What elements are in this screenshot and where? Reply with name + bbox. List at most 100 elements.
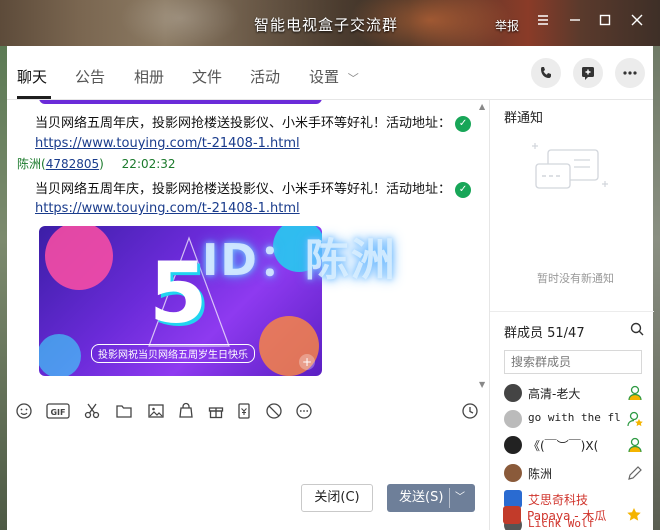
send-label: 发送(S): [399, 490, 444, 505]
emoji-icon: [16, 403, 32, 419]
screenshot-button[interactable]: [81, 400, 103, 422]
admin-star-icon: [627, 411, 643, 427]
message-input[interactable]: [7, 428, 489, 478]
more-dots-icon: [623, 71, 637, 75]
member-item[interactable]: 《(￣︶￣)X(: [504, 434, 649, 456]
message-text: 当贝网络五周年庆，投影网抢楼送投影仪、小米手环等好礼！活动地址： ✓: [35, 112, 472, 132]
verified-icon: ✓: [455, 181, 472, 198]
search-icon[interactable]: [630, 322, 644, 339]
member-name: 陈洲: [528, 467, 553, 481]
clock-icon: [462, 403, 478, 419]
window-title: 智能电视盒子交流群: [254, 16, 399, 34]
admin-user-icon: [628, 385, 642, 401]
gif-icon: GIF: [46, 403, 70, 419]
minimize-icon[interactable]: [564, 12, 586, 34]
tab-files[interactable]: 文件: [192, 66, 222, 87]
input-toolbar: GIF: [7, 396, 489, 426]
lucky-money-button[interactable]: [233, 400, 255, 422]
tab-activities[interactable]: 活动: [250, 66, 280, 87]
gift-icon: [208, 407, 224, 419]
red-packet-button[interactable]: [175, 400, 197, 422]
image-button[interactable]: [145, 400, 167, 422]
background-right: [653, 46, 660, 530]
emoji-button[interactable]: [13, 400, 35, 422]
gift-button[interactable]: [205, 400, 227, 422]
chat-window: 聊天 公告 相册 文件 活动 设置 ﹀ 当贝网络五周年庆，投影网抢楼送投影仪、小…: [7, 46, 654, 530]
members-title: 群成员 51/47: [504, 326, 585, 341]
chevron-down-icon[interactable]: ﹀: [455, 484, 465, 512]
tab-settings-label: 设置: [309, 68, 340, 86]
tab-announcement[interactable]: 公告: [75, 66, 105, 87]
sender-id[interactable]: 4782805: [46, 157, 99, 171]
banner-number: 5: [149, 244, 208, 342]
member-name: 《(￣︶￣)X(: [528, 439, 599, 453]
close-icon[interactable]: [626, 12, 648, 34]
more-circle-icon: [296, 403, 312, 419]
tab-chat[interactable]: 聊天: [17, 66, 47, 87]
phone-icon: [541, 67, 551, 78]
report-link[interactable]: 举报: [495, 17, 519, 34]
member-search-input[interactable]: 搜索群成员: [504, 350, 642, 374]
message-link[interactable]: https://www.touying.com/t-21408-1.html: [35, 201, 300, 216]
avatar: [503, 506, 521, 524]
avatar: [504, 410, 522, 428]
member-item[interactable]: Papaya - 木瓜: [503, 504, 648, 526]
block-button[interactable]: [263, 400, 285, 422]
message-text: 当贝网络五周年庆，投影网抢楼送投影仪、小米手环等好礼！活动地址： ✓: [35, 178, 472, 198]
history-button[interactable]: [459, 400, 481, 422]
sidebar-divider: [490, 311, 654, 312]
menu-icon[interactable]: [532, 12, 554, 34]
avatar: [504, 464, 522, 482]
member-item[interactable]: go with the fl: [504, 408, 649, 430]
scissors-icon: [84, 403, 100, 419]
previous-image-edge: [39, 100, 322, 104]
tab-bar: 聊天 公告 相册 文件 活动 设置 ﹀: [7, 46, 653, 100]
verified-icon: ✓: [455, 115, 472, 132]
owner-star-icon: [627, 508, 641, 521]
image-icon: [148, 404, 164, 418]
notice-title: 群通知: [504, 111, 544, 126]
message-header: 陈洲(4782805) 22:02:32: [17, 157, 176, 171]
group-sidebar: 群通知 暂时没有新通知 群成员 51/47 搜索群成员 高清-老大 go wit…: [489, 100, 654, 530]
call-button[interactable]: [531, 58, 561, 88]
background-left: [0, 46, 7, 530]
forbidden-icon: [266, 403, 282, 419]
scroll-up-icon[interactable]: ▲: [479, 102, 485, 111]
envelope-yen-icon: [238, 403, 250, 419]
file-button[interactable]: [113, 400, 135, 422]
expand-icon[interactable]: +: [299, 354, 315, 370]
notice-empty-text: 暂时没有新通知: [537, 272, 614, 285]
member-name: go with the fl: [528, 411, 620, 424]
empty-notice-icon: [532, 143, 608, 189]
bag-icon: [179, 402, 193, 418]
member-item[interactable]: 陈洲: [504, 462, 649, 484]
active-tab-indicator: [17, 96, 51, 99]
member-name: Papaya - 木瓜: [527, 509, 607, 523]
title-bar: 智能电视盒子交流群 举报: [0, 0, 660, 46]
banner-caption: 投影网祝当贝网络五周岁生日快乐: [91, 344, 255, 363]
scroll-down-icon[interactable]: ▼: [479, 380, 485, 389]
message-time: 22:02:32: [121, 157, 176, 171]
gif-button[interactable]: GIF: [45, 400, 71, 422]
chat-plus-icon: [582, 67, 594, 80]
message-link[interactable]: https://www.touying.com/t-21408-1.html: [35, 136, 300, 151]
svg-text:GIF: GIF: [50, 408, 65, 417]
add-chat-button[interactable]: [573, 58, 603, 88]
send-button[interactable]: 发送(S) ﹀: [387, 484, 475, 512]
more-button[interactable]: [615, 58, 645, 88]
member-name: 高清-老大: [528, 387, 581, 401]
avatar: [504, 384, 522, 402]
tab-album[interactable]: 相册: [134, 66, 164, 87]
close-button[interactable]: 关闭(C): [301, 484, 373, 512]
sender-name[interactable]: 陈洲: [17, 157, 41, 171]
edit-pencil-icon[interactable]: [626, 464, 644, 482]
more-tools-button[interactable]: [293, 400, 315, 422]
watermark-text: ID：陈洲: [202, 235, 397, 286]
chevron-down-icon: ﹀: [347, 72, 359, 85]
member-item[interactable]: 高清-老大: [504, 382, 649, 404]
avatar: [504, 436, 522, 454]
admin-user-icon: [628, 437, 642, 453]
message-list[interactable]: 当贝网络五周年庆，投影网抢楼送投影仪、小米手环等好礼！活动地址： ✓ https:…: [7, 100, 489, 390]
tab-settings[interactable]: 设置 ﹀: [309, 66, 359, 87]
maximize-icon[interactable]: [594, 12, 616, 34]
